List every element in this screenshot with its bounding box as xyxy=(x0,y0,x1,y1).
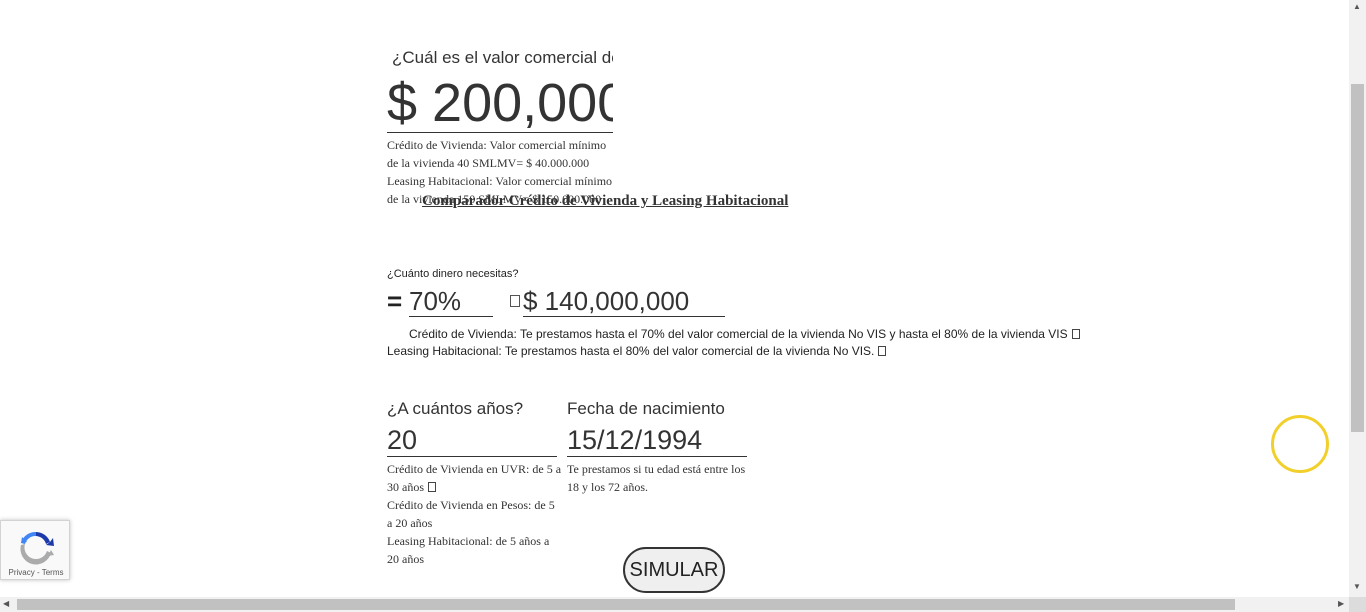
info-icon[interactable] xyxy=(1071,329,1080,339)
separator: - xyxy=(34,568,42,577)
scroll-up-icon[interactable]: ▲ xyxy=(1353,2,1361,11)
equals-sign: = xyxy=(387,286,403,316)
percent-select[interactable]: 70% xyxy=(409,286,493,317)
question-fecha-nacimiento: Fecha de nacimiento xyxy=(567,399,725,418)
help-uvr-text: Crédito de Vivienda en UVR: de 5 a 30 añ… xyxy=(387,462,562,494)
note-leasing-text: Leasing Habitacional: Te prestamos hasta… xyxy=(387,344,875,358)
recaptcha-badge[interactable]: Privacy - Terms xyxy=(0,520,70,580)
help-leasing: Leasing Habitacional: de 5 años a 20 año… xyxy=(387,534,550,566)
privacy-link[interactable]: Privacy xyxy=(9,568,35,577)
scroll-right-icon[interactable]: ▶ xyxy=(1338,599,1344,608)
anios-help: Crédito de Vivienda en UVR: de 5 a 30 añ… xyxy=(387,460,562,568)
help-uvr: Crédito de Vivienda en UVR: de 5 a 30 añ… xyxy=(387,460,562,496)
scroll-down-icon[interactable]: ▼ xyxy=(1353,582,1361,591)
fecha-help: Te prestamos si tu edad está entre los 1… xyxy=(567,462,746,494)
horizontal-scroll-thumb[interactable] xyxy=(17,599,1235,610)
fecha-nacimiento-input[interactable]: 15/12/1994 xyxy=(567,425,747,457)
anios-input[interactable]: 20 xyxy=(387,425,557,457)
comparador-link[interactable]: Comparador Crédito de Vivienda y Leasing… xyxy=(422,193,788,210)
vertical-scroll-thumb[interactable] xyxy=(1351,84,1364,432)
info-icon[interactable] xyxy=(878,346,887,356)
recaptcha-icon xyxy=(20,531,54,565)
terms-link[interactable]: Terms xyxy=(42,568,64,577)
amount-input[interactable]: $ 140,000,000 xyxy=(523,286,725,317)
help-pesos: Crédito de Vivienda en Pesos: de 5 a 20 … xyxy=(387,498,555,530)
scrollbar-corner xyxy=(1349,597,1366,612)
help-credito-vivienda: Crédito de Vivienda: Valor comercial mín… xyxy=(387,138,607,170)
dropdown-arrow-icon[interactable] xyxy=(510,295,520,307)
simular-button[interactable]: SIMULAR xyxy=(623,547,725,593)
chat-circle-icon[interactable] xyxy=(1271,415,1329,473)
info-icon[interactable] xyxy=(428,482,436,492)
question-valor-comercial: ¿Cuál es el valor comercial de la vivien… xyxy=(392,48,613,67)
question-dinero: ¿Cuánto dinero necesitas? xyxy=(387,268,519,280)
scroll-left-icon[interactable]: ◀ xyxy=(3,599,9,608)
question-anios: ¿A cuántos años? xyxy=(387,399,524,418)
valor-comercial-input[interactable]: $ 200,000,000 xyxy=(387,74,613,133)
note-credito-vivienda: Crédito de Vivienda: Te prestamos hasta … xyxy=(409,327,1080,341)
note-leasing-habitacional: Leasing Habitacional: Te prestamos hasta… xyxy=(387,344,887,358)
note-credito-text: Crédito de Vivienda: Te prestamos hasta … xyxy=(409,327,1068,341)
recaptcha-links: Privacy - Terms xyxy=(1,568,71,577)
